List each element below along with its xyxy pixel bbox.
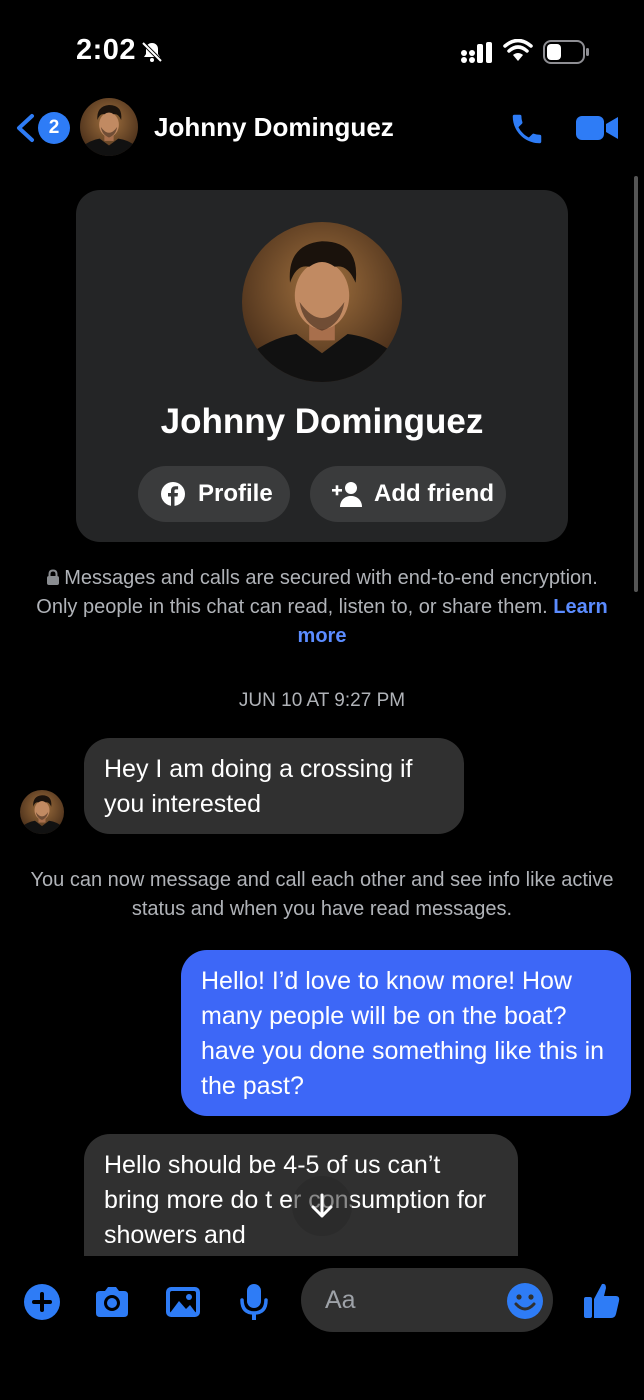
status-bar: 2:02 xyxy=(0,0,644,100)
composer-bar xyxy=(0,1256,644,1400)
phone-icon[interactable] xyxy=(508,110,546,148)
header-avatar[interactable] xyxy=(80,98,138,156)
system-notice: You can now message and call each other … xyxy=(30,869,614,920)
chat-header: 2 Johnny Dominguez xyxy=(0,98,644,162)
emoji-icon[interactable] xyxy=(506,1282,544,1320)
plus-icon[interactable] xyxy=(22,1282,62,1322)
add-friend-button-label: Add friend xyxy=(374,480,494,507)
facebook-icon xyxy=(161,482,185,506)
unread-count-badge: 2 xyxy=(38,112,70,144)
message-bubble-outgoing[interactable]: Hello! I’d love to know more! How many p… xyxy=(181,950,631,1116)
contact-name[interactable]: Johnny Dominguez xyxy=(154,112,394,143)
bell-slash-icon xyxy=(141,41,163,63)
profile-button[interactable]: Profile xyxy=(138,466,290,522)
profile-name: Johnny Dominguez xyxy=(160,402,484,441)
wifi-icon xyxy=(503,39,533,61)
signal-icon xyxy=(461,42,492,63)
lock-icon xyxy=(47,569,60,585)
add-friend-button[interactable]: Add friend xyxy=(310,466,506,522)
add-person-icon xyxy=(332,482,362,507)
encryption-notice: Messages and calls are secured with end-… xyxy=(30,564,614,651)
chevron-left-icon xyxy=(17,114,34,142)
camera-icon[interactable] xyxy=(92,1282,132,1322)
battery-icon xyxy=(543,40,589,64)
image-icon[interactable] xyxy=(163,1282,203,1322)
back-button[interactable]: 2 xyxy=(14,110,70,146)
sender-avatar[interactable] xyxy=(20,790,64,834)
video-camera-icon[interactable] xyxy=(574,112,620,144)
encryption-notice-text: Messages and calls are secured with end-… xyxy=(36,567,598,618)
message-timestamp: JUN 10 AT 9:27 PM xyxy=(238,690,406,711)
profile-avatar[interactable] xyxy=(242,222,402,382)
microphone-icon[interactable] xyxy=(234,1282,274,1322)
scrollbar[interactable] xyxy=(634,176,638,592)
arrow-down-icon xyxy=(311,1193,333,1218)
message-bubble-incoming[interactable]: Hey I am doing a crossing if you interes… xyxy=(84,738,464,834)
thumbs-up-icon[interactable] xyxy=(582,1280,622,1320)
scroll-to-bottom-button[interactable] xyxy=(292,1176,352,1236)
profile-button-label: Profile xyxy=(198,480,273,507)
status-time: 2:02 xyxy=(76,34,137,66)
profile-card: Johnny Dominguez Profile Add friend xyxy=(76,190,568,542)
